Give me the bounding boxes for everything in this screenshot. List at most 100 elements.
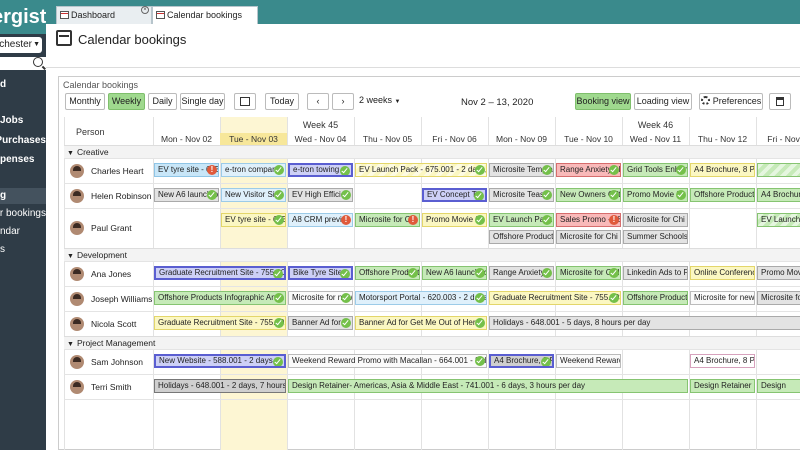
booking-event[interactable]: New Visitor Sit <box>221 188 286 202</box>
sidebar-item[interactable]: Jobs <box>0 113 46 129</box>
booking-event[interactable]: Bike Tyre Site <box>288 266 353 280</box>
sidebar-search-input[interactable] <box>0 57 46 70</box>
booking-event[interactable]: Microsite for new <box>690 291 755 305</box>
day-header[interactable]: Thu - Nov 12 <box>689 133 756 145</box>
range-select[interactable]: 2 weeks ▼ <box>359 93 407 110</box>
booking-event[interactable]: e-tron company <box>221 163 286 177</box>
tab-calendar-bookings[interactable]: Calendar bookings <box>152 6 258 24</box>
booking-event[interactable]: EV tyre site - 665 <box>154 163 219 177</box>
booking-event[interactable]: Grid Tools Enhanc <box>623 163 688 177</box>
day-header[interactable]: Tue - Nov 03 <box>220 133 287 145</box>
daily-button[interactable]: Daily <box>148 93 177 110</box>
booking-event[interactable]: Offshore Products <box>489 230 554 244</box>
sidebar-item[interactable]: ndar <box>0 224 46 240</box>
group-header-development[interactable]: ▼ Development <box>64 248 800 261</box>
booking-event[interactable]: EV Launch Pack - <box>489 213 554 227</box>
booking-event[interactable]: Promo Movie fo <box>422 213 487 227</box>
loading-view-button[interactable]: Loading view <box>634 93 692 110</box>
location-select[interactable]: chester ▼ <box>0 37 42 53</box>
person-cell[interactable]: Joseph Williams <box>64 286 153 311</box>
booking-event[interactable]: New Website - 588.001 - 2 days <box>154 354 286 368</box>
booking-event[interactable]: Graduate Recruitment Site - 755.001 <box>154 316 286 330</box>
booking-event[interactable]: Microsite for Chi <box>556 230 621 244</box>
group-header-creative[interactable]: ▼ Creative <box>64 145 800 158</box>
tab-dashboard[interactable]: Dashboard × <box>56 6 152 24</box>
delete-button[interactable] <box>769 93 791 110</box>
sidebar-item[interactable]: penses <box>0 152 46 168</box>
collapse-triangle-icon[interactable]: ▼ <box>67 150 74 157</box>
person-cell[interactable]: Nicola Scott <box>64 311 153 336</box>
sidebar-item[interactable]: g <box>0 188 46 204</box>
booking-event[interactable]: Online Conference <box>690 266 755 280</box>
day-header[interactable]: Mon - Nov 09 <box>488 133 555 145</box>
sidebar-item[interactable]: s <box>0 242 46 258</box>
booking-event[interactable]: Microsite Tease <box>489 188 554 202</box>
booking-event[interactable]: Weekend Reward Promo with Macallan - 664… <box>288 354 487 368</box>
booking-event[interactable]: Offshore Products <box>690 188 755 202</box>
day-header[interactable]: Mon - Nov 02 <box>153 133 220 145</box>
person-cell[interactable]: Helen Robinson <box>64 183 153 208</box>
booking-event[interactable]: Graduate Recruitment Site - 755.003 - <box>489 291 621 305</box>
close-icon[interactable]: × <box>141 6 149 14</box>
booking-event[interactable]: A4 Brochure, 8 Pa <box>690 163 755 177</box>
date-picker-button[interactable] <box>234 93 256 110</box>
person-cell[interactable]: Ana Jones <box>64 261 153 286</box>
person-cell[interactable]: Paul Grant <box>64 208 153 248</box>
day-header[interactable]: Fri - Nov 13 <box>756 133 800 145</box>
booking-event[interactable]: A4 Brochure, 8 Pa <box>690 354 755 368</box>
booking-event[interactable]: Offshore Products <box>355 266 420 280</box>
booking-event[interactable]: EV Concept Te <box>422 188 487 202</box>
preferences-button[interactable]: Preferences <box>699 93 763 110</box>
person-cell[interactable]: Terri Smith <box>64 374 153 399</box>
sidebar-item[interactable]: d <box>0 77 46 93</box>
booking-event[interactable]: Offshore Products <box>623 291 688 305</box>
single-day-button[interactable]: Single day <box>180 93 225 110</box>
booking-event[interactable]: New A6 launch p <box>154 188 219 202</box>
collapse-triangle-icon[interactable]: ▼ <box>67 341 74 348</box>
booking-event[interactable]: Microsite for Ch <box>355 213 420 227</box>
booking-event[interactable]: Range Anxiety All <box>556 163 621 177</box>
booking-event[interactable]: Graduate Recruitment Site - 755.001 <box>154 266 286 280</box>
sidebar-item[interactable]: & Purchases <box>0 133 46 149</box>
today-button[interactable]: Today <box>265 93 299 110</box>
booking-event[interactable]: EV Launch <box>757 213 800 227</box>
booking-event[interactable]: EV tyre site - 665 <box>221 213 286 227</box>
booking-event[interactable]: Design <box>757 379 800 393</box>
booking-event[interactable]: Weekend Reward <box>556 354 621 368</box>
booking-event[interactable]: Linkedin Ads to Fl <box>623 266 688 280</box>
person-cell[interactable]: Charles Heart <box>64 158 153 183</box>
sidebar-item[interactable]: r bookings <box>0 206 46 222</box>
booking-event[interactable]: Microsite for new <box>288 291 353 305</box>
booking-event[interactable]: Motorsport Portal - 620.003 - 2 days <box>355 291 487 305</box>
booking-event[interactable]: Sales Promo - 68 <box>556 213 621 227</box>
day-header[interactable]: Thu - Nov 05 <box>354 133 421 145</box>
booking-event[interactable]: Holidays - 648.001 - 5 days, 8 hours per… <box>489 316 800 330</box>
person-cell[interactable]: Sam Johnson <box>64 349 153 374</box>
weekly-button[interactable]: Weekly <box>108 93 145 110</box>
booking-event[interactable]: Promo Movie <box>757 266 800 280</box>
day-header[interactable]: Fri - Nov 06 <box>421 133 488 145</box>
booking-event[interactable]: New A6 launch to <box>422 266 487 280</box>
booking-event[interactable]: e-tron towing p <box>288 163 353 177</box>
booking-event[interactable]: Design Retainer - 4 <box>690 379 755 393</box>
booking-view-button[interactable]: Booking view <box>575 93 631 110</box>
booking-event[interactable]: Microsite for Chil <box>556 266 621 280</box>
booking-event[interactable]: Summer Schools <box>623 230 688 244</box>
booking-event[interactable]: Range Anxiety <box>489 266 554 280</box>
booking-event[interactable]: Microsite Templa <box>489 163 554 177</box>
booking-event[interactable]: EV Launch Pack - 675.001 - 2 days, 6 <box>355 163 487 177</box>
booking-event[interactable]: Microsite for Chi <box>623 213 688 227</box>
booking-event[interactable]: A8 CRM previo <box>288 213 353 227</box>
booking-event[interactable]: Banner Ad for <box>288 316 353 330</box>
booking-event[interactable]: Design Retainer- Americas, Asia & Middle… <box>288 379 688 393</box>
booking-event[interactable]: Offshore Products Infographic Anim <box>154 291 286 305</box>
booking-event[interactable]: Promo Movie for <box>623 188 688 202</box>
prev-button[interactable]: ‹ <box>307 93 329 110</box>
booking-event[interactable]: EV High Efficie <box>288 188 353 202</box>
next-button[interactable]: › <box>332 93 354 110</box>
collapse-triangle-icon[interactable]: ▼ <box>67 253 74 260</box>
monthly-button[interactable]: Monthly <box>65 93 105 110</box>
booking-event[interactable]: A4 Brochure <box>757 188 800 202</box>
day-header[interactable]: Tue - Nov 10 <box>555 133 622 145</box>
booking-event[interactable]: Holidays - 648.001 - 2 days, 7 hours per <box>154 379 286 393</box>
